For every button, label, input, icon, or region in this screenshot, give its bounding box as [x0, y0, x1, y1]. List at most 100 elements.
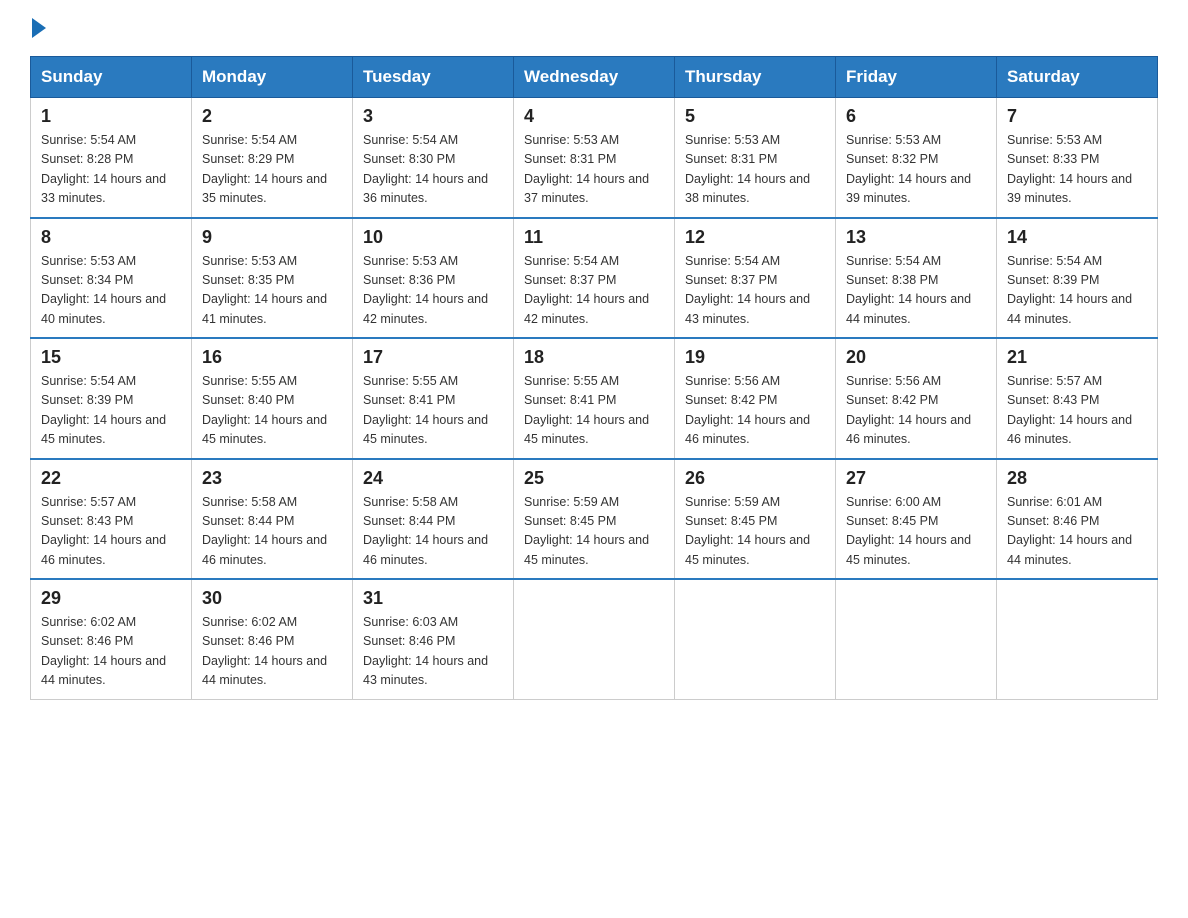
calendar-cell: 2 Sunrise: 5:54 AM Sunset: 8:29 PM Dayli…: [192, 98, 353, 218]
day-info: Sunrise: 5:57 AM Sunset: 8:43 PM Dayligh…: [41, 493, 181, 571]
day-number: 8: [41, 227, 181, 248]
calendar-cell: 5 Sunrise: 5:53 AM Sunset: 8:31 PM Dayli…: [675, 98, 836, 218]
day-number: 9: [202, 227, 342, 248]
day-info: Sunrise: 5:54 AM Sunset: 8:29 PM Dayligh…: [202, 131, 342, 209]
weekday-header-thursday: Thursday: [675, 57, 836, 98]
day-number: 19: [685, 347, 825, 368]
calendar-cell: 25 Sunrise: 5:59 AM Sunset: 8:45 PM Dayl…: [514, 459, 675, 580]
day-number: 27: [846, 468, 986, 489]
day-number: 18: [524, 347, 664, 368]
calendar-week-row: 15 Sunrise: 5:54 AM Sunset: 8:39 PM Dayl…: [31, 338, 1158, 459]
calendar-week-row: 1 Sunrise: 5:54 AM Sunset: 8:28 PM Dayli…: [31, 98, 1158, 218]
weekday-header-tuesday: Tuesday: [353, 57, 514, 98]
calendar-cell: 8 Sunrise: 5:53 AM Sunset: 8:34 PM Dayli…: [31, 218, 192, 339]
calendar-cell: 28 Sunrise: 6:01 AM Sunset: 8:46 PM Dayl…: [997, 459, 1158, 580]
calendar-cell: 3 Sunrise: 5:54 AM Sunset: 8:30 PM Dayli…: [353, 98, 514, 218]
calendar-cell: 1 Sunrise: 5:54 AM Sunset: 8:28 PM Dayli…: [31, 98, 192, 218]
weekday-header-sunday: Sunday: [31, 57, 192, 98]
calendar-cell: 20 Sunrise: 5:56 AM Sunset: 8:42 PM Dayl…: [836, 338, 997, 459]
calendar-cell: 18 Sunrise: 5:55 AM Sunset: 8:41 PM Dayl…: [514, 338, 675, 459]
day-info: Sunrise: 5:54 AM Sunset: 8:28 PM Dayligh…: [41, 131, 181, 209]
day-info: Sunrise: 5:55 AM Sunset: 8:41 PM Dayligh…: [524, 372, 664, 450]
day-info: Sunrise: 5:55 AM Sunset: 8:40 PM Dayligh…: [202, 372, 342, 450]
day-number: 20: [846, 347, 986, 368]
day-number: 22: [41, 468, 181, 489]
calendar-cell: 6 Sunrise: 5:53 AM Sunset: 8:32 PM Dayli…: [836, 98, 997, 218]
day-info: Sunrise: 5:54 AM Sunset: 8:38 PM Dayligh…: [846, 252, 986, 330]
day-info: Sunrise: 5:55 AM Sunset: 8:41 PM Dayligh…: [363, 372, 503, 450]
calendar-cell: 19 Sunrise: 5:56 AM Sunset: 8:42 PM Dayl…: [675, 338, 836, 459]
calendar-cell: 31 Sunrise: 6:03 AM Sunset: 8:46 PM Dayl…: [353, 579, 514, 699]
day-number: 17: [363, 347, 503, 368]
day-info: Sunrise: 5:56 AM Sunset: 8:42 PM Dayligh…: [846, 372, 986, 450]
day-info: Sunrise: 5:53 AM Sunset: 8:35 PM Dayligh…: [202, 252, 342, 330]
day-number: 11: [524, 227, 664, 248]
day-info: Sunrise: 6:02 AM Sunset: 8:46 PM Dayligh…: [41, 613, 181, 691]
weekday-header-wednesday: Wednesday: [514, 57, 675, 98]
day-number: 6: [846, 106, 986, 127]
day-number: 1: [41, 106, 181, 127]
calendar-cell: 24 Sunrise: 5:58 AM Sunset: 8:44 PM Dayl…: [353, 459, 514, 580]
calendar-cell: 9 Sunrise: 5:53 AM Sunset: 8:35 PM Dayli…: [192, 218, 353, 339]
logo-arrow-icon: [32, 18, 46, 38]
day-number: 16: [202, 347, 342, 368]
calendar-week-row: 8 Sunrise: 5:53 AM Sunset: 8:34 PM Dayli…: [31, 218, 1158, 339]
page-header: [30, 20, 1158, 38]
day-number: 23: [202, 468, 342, 489]
day-number: 2: [202, 106, 342, 127]
day-number: 25: [524, 468, 664, 489]
day-info: Sunrise: 5:54 AM Sunset: 8:30 PM Dayligh…: [363, 131, 503, 209]
day-info: Sunrise: 5:59 AM Sunset: 8:45 PM Dayligh…: [685, 493, 825, 571]
day-info: Sunrise: 6:03 AM Sunset: 8:46 PM Dayligh…: [363, 613, 503, 691]
day-info: Sunrise: 5:54 AM Sunset: 8:39 PM Dayligh…: [41, 372, 181, 450]
calendar-cell: 29 Sunrise: 6:02 AM Sunset: 8:46 PM Dayl…: [31, 579, 192, 699]
day-info: Sunrise: 5:53 AM Sunset: 8:36 PM Dayligh…: [363, 252, 503, 330]
day-info: Sunrise: 5:54 AM Sunset: 8:37 PM Dayligh…: [685, 252, 825, 330]
logo: [30, 20, 46, 38]
day-number: 4: [524, 106, 664, 127]
day-info: Sunrise: 5:53 AM Sunset: 8:34 PM Dayligh…: [41, 252, 181, 330]
day-info: Sunrise: 6:00 AM Sunset: 8:45 PM Dayligh…: [846, 493, 986, 571]
day-number: 5: [685, 106, 825, 127]
calendar-cell: 15 Sunrise: 5:54 AM Sunset: 8:39 PM Dayl…: [31, 338, 192, 459]
calendar-cell: [997, 579, 1158, 699]
day-info: Sunrise: 5:53 AM Sunset: 8:33 PM Dayligh…: [1007, 131, 1147, 209]
weekday-header-friday: Friday: [836, 57, 997, 98]
calendar-cell: [514, 579, 675, 699]
day-info: Sunrise: 5:53 AM Sunset: 8:31 PM Dayligh…: [685, 131, 825, 209]
day-number: 21: [1007, 347, 1147, 368]
day-info: Sunrise: 5:53 AM Sunset: 8:32 PM Dayligh…: [846, 131, 986, 209]
day-info: Sunrise: 5:53 AM Sunset: 8:31 PM Dayligh…: [524, 131, 664, 209]
day-info: Sunrise: 5:59 AM Sunset: 8:45 PM Dayligh…: [524, 493, 664, 571]
calendar-cell: 30 Sunrise: 6:02 AM Sunset: 8:46 PM Dayl…: [192, 579, 353, 699]
calendar-cell: 17 Sunrise: 5:55 AM Sunset: 8:41 PM Dayl…: [353, 338, 514, 459]
day-number: 31: [363, 588, 503, 609]
calendar-week-row: 22 Sunrise: 5:57 AM Sunset: 8:43 PM Dayl…: [31, 459, 1158, 580]
calendar-cell: [675, 579, 836, 699]
calendar-cell: 13 Sunrise: 5:54 AM Sunset: 8:38 PM Dayl…: [836, 218, 997, 339]
day-number: 3: [363, 106, 503, 127]
calendar-cell: 4 Sunrise: 5:53 AM Sunset: 8:31 PM Dayli…: [514, 98, 675, 218]
weekday-header-saturday: Saturday: [997, 57, 1158, 98]
day-number: 14: [1007, 227, 1147, 248]
calendar-cell: 14 Sunrise: 5:54 AM Sunset: 8:39 PM Dayl…: [997, 218, 1158, 339]
day-number: 26: [685, 468, 825, 489]
weekday-header-monday: Monday: [192, 57, 353, 98]
calendar-cell: 10 Sunrise: 5:53 AM Sunset: 8:36 PM Dayl…: [353, 218, 514, 339]
day-number: 15: [41, 347, 181, 368]
calendar-cell: [836, 579, 997, 699]
weekday-header-row: SundayMondayTuesdayWednesdayThursdayFrid…: [31, 57, 1158, 98]
calendar-cell: 11 Sunrise: 5:54 AM Sunset: 8:37 PM Dayl…: [514, 218, 675, 339]
day-info: Sunrise: 5:58 AM Sunset: 8:44 PM Dayligh…: [202, 493, 342, 571]
day-info: Sunrise: 6:01 AM Sunset: 8:46 PM Dayligh…: [1007, 493, 1147, 571]
day-info: Sunrise: 5:57 AM Sunset: 8:43 PM Dayligh…: [1007, 372, 1147, 450]
calendar-cell: 26 Sunrise: 5:59 AM Sunset: 8:45 PM Dayl…: [675, 459, 836, 580]
calendar-week-row: 29 Sunrise: 6:02 AM Sunset: 8:46 PM Dayl…: [31, 579, 1158, 699]
day-info: Sunrise: 5:54 AM Sunset: 8:39 PM Dayligh…: [1007, 252, 1147, 330]
calendar-cell: 7 Sunrise: 5:53 AM Sunset: 8:33 PM Dayli…: [997, 98, 1158, 218]
day-number: 12: [685, 227, 825, 248]
day-number: 13: [846, 227, 986, 248]
day-info: Sunrise: 5:56 AM Sunset: 8:42 PM Dayligh…: [685, 372, 825, 450]
calendar-cell: 22 Sunrise: 5:57 AM Sunset: 8:43 PM Dayl…: [31, 459, 192, 580]
day-info: Sunrise: 6:02 AM Sunset: 8:46 PM Dayligh…: [202, 613, 342, 691]
